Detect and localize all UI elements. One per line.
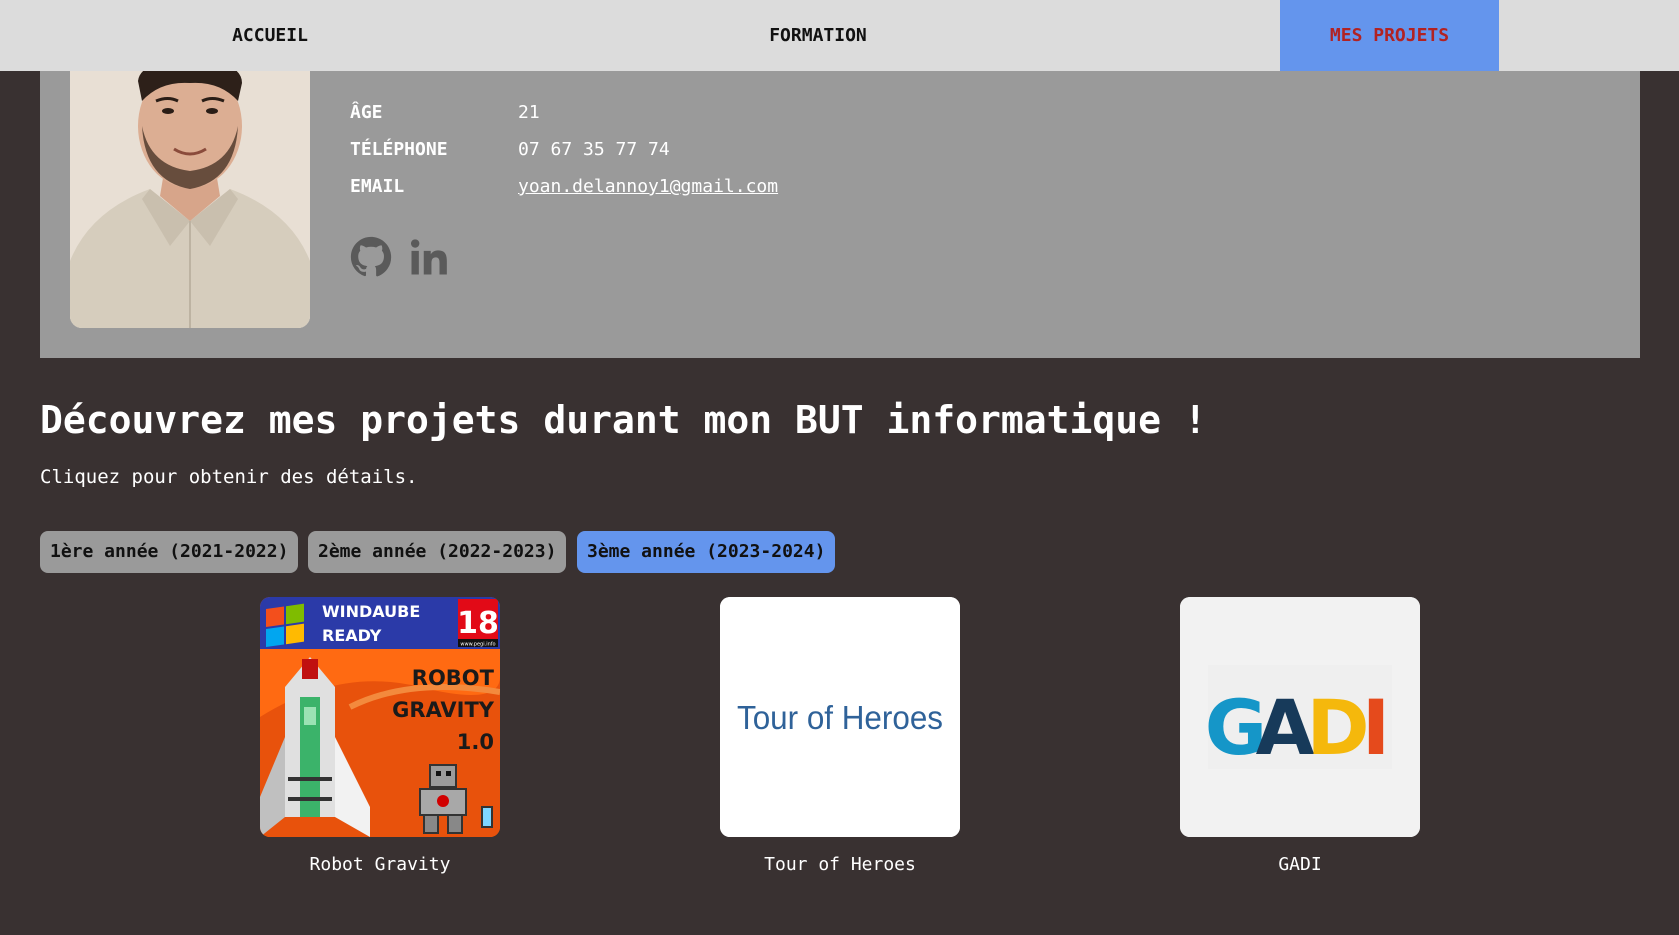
nav-mes-projets[interactable]: MES PROJETS — [1280, 0, 1499, 71]
tab-year-2[interactable]: 2ème année (2022-2023) — [308, 531, 567, 573]
github-icon[interactable] — [350, 236, 394, 280]
phone-value: 07 67 35 77 74 — [518, 139, 670, 160]
project-thumbnail-robot-gravity[interactable]: WINDAUBE READY 18 www.pegi.info ROBOT GR… — [260, 597, 500, 837]
nav-formation[interactable]: FORMATION — [708, 0, 928, 71]
gadi-letter-i: I — [1362, 683, 1390, 772]
cover-title-line2: GRAVITY — [392, 698, 495, 722]
projects-subtext: Cliquez pour obtenir des détails. — [40, 466, 418, 488]
gadi-letter-d: D — [1306, 683, 1369, 772]
profile-card: ÂGE 21 TÉLÉPHONE 07 67 35 77 74 EMAIL yo… — [40, 71, 1640, 358]
email-label: EMAIL — [350, 176, 405, 197]
project-thumbnail-tour-of-heroes[interactable]: Tour of Heroes — [720, 597, 960, 837]
project-thumbnail-gadi[interactable]: G A D I — [1180, 597, 1420, 837]
project-name-robot-gravity[interactable]: Robot Gravity — [260, 854, 500, 875]
top-navigation: ACCUEIL FORMATION MES PROJETS — [0, 0, 1679, 71]
project-card-robot-gravity[interactable]: WINDAUBE READY 18 www.pegi.info ROBOT GR… — [260, 597, 500, 875]
linkedin-icon[interactable] — [408, 236, 452, 280]
cover-title-line1: ROBOT — [412, 666, 495, 690]
project-name-gadi[interactable]: GADI — [1180, 854, 1420, 875]
cover-brand-line2: READY — [322, 626, 382, 645]
cover-tour-text: Tour of Heroes — [737, 699, 943, 736]
age-label: ÂGE — [350, 102, 383, 123]
pegi-rating: 18 — [457, 606, 499, 641]
project-name-tour-of-heroes[interactable]: Tour of Heroes — [720, 854, 960, 875]
phone-label: TÉLÉPHONE — [350, 139, 448, 160]
age-value: 21 — [518, 102, 540, 123]
project-card-gadi[interactable]: G A D I GADI — [1180, 597, 1420, 875]
email-link[interactable]: yoan.delannoy1@gmail.com — [518, 176, 778, 197]
cover-brand-line1: WINDAUBE — [322, 602, 420, 621]
tab-year-3[interactable]: 3ème année (2023-2024) — [577, 531, 836, 573]
cover-version: 1.0 — [457, 730, 494, 754]
nav-accueil[interactable]: ACCUEIL — [160, 0, 380, 71]
projects-heading: Découvrez mes projets durant mon BUT inf… — [40, 398, 1207, 442]
project-card-tour-of-heroes[interactable]: Tour of Heroes Tour of Heroes — [720, 597, 960, 875]
tab-year-1[interactable]: 1ère année (2021-2022) — [40, 531, 299, 573]
profile-photo — [70, 71, 310, 328]
pegi-url: www.pegi.info — [460, 642, 495, 648]
